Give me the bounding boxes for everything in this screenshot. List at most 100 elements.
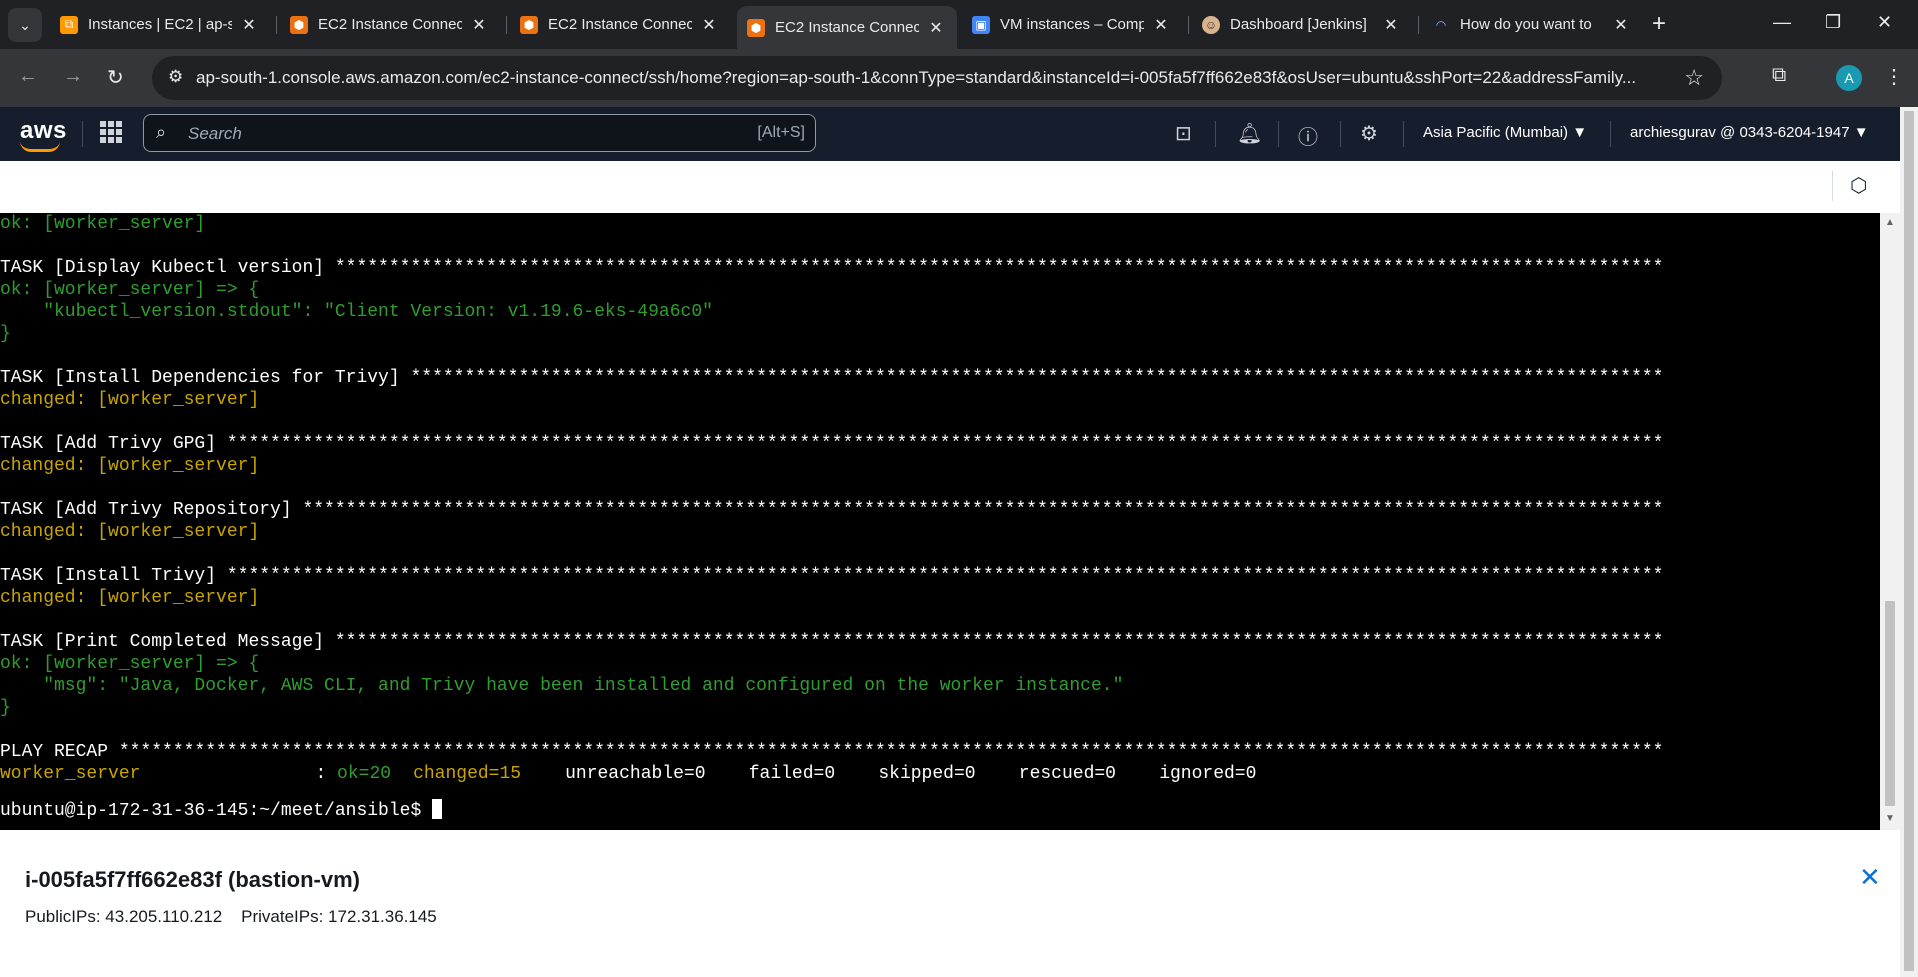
header-divider	[1610, 121, 1611, 147]
aws-console-header: aws ⌕ Search [Alt+S] ⊡ 🔔︎ ⓘ ⚙ Asia Pacif…	[0, 107, 1900, 161]
tab-title: Dashboard [Jenkins]	[1230, 16, 1367, 33]
browser-tab-ec2-instances[interactable]: ⧉ Instances | EC2 | ap-s ✕	[50, 6, 270, 43]
ssh-terminal[interactable]: ok: [worker_server] TASK [Display Kubectl…	[0, 213, 1880, 830]
bookmark-star-icon[interactable]: ☆	[1684, 65, 1704, 91]
recap-rest: unreachable=0 failed=0 skipped=0 rescued…	[565, 764, 1257, 784]
browser-tab-strip: ⌄ ⧉ Instances | EC2 | ap-s ✕ ⬢ EC2 Insta…	[0, 0, 1918, 49]
search-shortcut-hint: [Alt+S]	[757, 124, 805, 141]
terminal-line: ok: [worker_server] => {	[0, 280, 260, 300]
terminal-line: ok: [worker_server]	[0, 214, 206, 234]
terminal-line: TASK [Display Kubectl version] *********…	[0, 258, 1664, 278]
instance-info-panel: i-005fa5f7ff662e83f (bastion-vm) PublicI…	[0, 830, 1900, 977]
browser-toolbar: ← → ↻ ⚙ ap-south-1.console.aws.amazon.co…	[0, 49, 1918, 107]
close-tab-icon[interactable]: ✕	[927, 18, 945, 38]
profile-avatar[interactable]: A	[1836, 65, 1862, 91]
aws-logo-smile	[20, 141, 60, 152]
instance-ips: PublicIPs: 43.205.110.212 PrivateIPs: 17…	[25, 907, 437, 926]
aws-ec2-icon: ⧉	[60, 15, 78, 34]
recap-host: worker_server	[0, 764, 141, 784]
tab-title: How do you want to	[1460, 16, 1592, 33]
terminal-line: ok: [worker_server] => {	[0, 654, 260, 674]
tab-divider	[1418, 16, 1419, 34]
play-recap-row: worker_server: ok=20 changed=15 unreachabl…	[0, 763, 1256, 785]
tab-title: VM instances – Comp	[1000, 16, 1144, 33]
close-tab-icon[interactable]: ✕	[470, 15, 488, 35]
tab-title: EC2 Instance Connect	[775, 19, 919, 36]
close-window-icon[interactable]: ✕	[1877, 12, 1892, 33]
jenkins-icon: ☺	[1202, 15, 1220, 34]
aws-cube-icon: ⬢	[290, 15, 308, 34]
search-icon: ⌕	[156, 122, 167, 142]
terminal-scroll-thumb[interactable]	[1885, 601, 1895, 806]
notifications-bell-icon[interactable]: 🔔︎	[1237, 121, 1262, 146]
forward-arrow-icon[interactable]: →	[63, 65, 83, 88]
close-tab-icon[interactable]: ✕	[1152, 15, 1170, 35]
connection-settings-icon[interactable]: ⬡	[1850, 173, 1872, 197]
wave-icon: ◠	[1435, 17, 1447, 32]
browser-tab-how-do-you-want[interactable]: ◠ How do you want to ✕	[1422, 6, 1642, 43]
close-tab-icon[interactable]: ✕	[1382, 15, 1400, 35]
header-divider	[1340, 121, 1341, 147]
recap-colon: :	[315, 764, 338, 784]
browser-tab-instance-connect-1[interactable]: ⬢ EC2 Instance Connect ✕	[280, 6, 500, 43]
header-divider	[1403, 121, 1404, 147]
tab-title: Instances | EC2 | ap-s	[88, 16, 232, 33]
aws-cube-icon: ⬢	[520, 15, 538, 34]
services-grid-icon[interactable]	[100, 121, 122, 143]
toolbar-divider	[1832, 171, 1833, 201]
recap-changed: changed=15	[413, 764, 522, 784]
browser-tab-instance-connect-active[interactable]: ⬢ EC2 Instance Connect ✕	[737, 6, 957, 49]
close-tab-icon[interactable]: ✕	[240, 15, 258, 35]
terminal-cursor	[432, 799, 443, 819]
terminal-line: TASK [Print Completed Message] *********…	[0, 632, 1664, 652]
scroll-up-arrow-icon[interactable]: ▲	[1885, 217, 1895, 228]
tab-search-chevron-icon[interactable]: ⌄	[8, 8, 42, 42]
header-divider	[1215, 121, 1216, 147]
terminal-line: }	[0, 698, 11, 718]
tab-divider	[1188, 16, 1189, 34]
header-divider	[82, 121, 83, 147]
site-info-icon[interactable]: ⚙	[168, 67, 183, 87]
cloudshell-icon[interactable]: ⊡	[1175, 121, 1192, 146]
terminal-line: "kubectl_version.stdout": "Client Versio…	[0, 302, 713, 322]
page-scrollbar[interactable]	[1900, 107, 1918, 977]
terminal-line: changed: [worker_server]	[0, 522, 260, 542]
recap-ok: ok=20	[337, 764, 392, 784]
browser-tab-vm-instances[interactable]: ▣ VM instances – Comp ✕	[962, 6, 1182, 43]
terminal-line: changed: [worker_server]	[0, 390, 260, 410]
page-scroll-thumb[interactable]	[1904, 111, 1914, 971]
aws-cube-icon: ⬢	[747, 18, 765, 37]
browser-menu-icon[interactable]: ⋮	[1884, 64, 1904, 89]
address-bar-url[interactable]: ap-south-1.console.aws.amazon.com/ec2-in…	[196, 68, 1676, 88]
browser-tab-instance-connect-2[interactable]: ⬢ EC2 Instance Connect ✕	[510, 6, 730, 43]
shell-prompt: ubuntu@ip-172-31-36-145:~/meet/ansible$	[0, 801, 433, 821]
settings-gear-icon[interactable]: ⚙	[1360, 121, 1378, 146]
close-tab-icon[interactable]: ✕	[1612, 15, 1630, 35]
restore-window-icon[interactable]: ❐	[1825, 12, 1841, 33]
terminal-line: changed: [worker_server]	[0, 588, 260, 608]
region-selector[interactable]: Asia Pacific (Mumbai) ▼	[1423, 124, 1587, 141]
close-tab-icon[interactable]: ✕	[700, 15, 718, 35]
new-tab-button[interactable]: +	[1652, 12, 1666, 36]
terminal-scrollbar[interactable]: ▲ ▼	[1880, 213, 1900, 830]
terminal-line: }	[0, 324, 11, 344]
close-panel-icon[interactable]: ✕	[1859, 862, 1881, 893]
aws-search-input[interactable]: ⌕ Search [Alt+S]	[143, 114, 816, 152]
extensions-puzzle-icon[interactable]: ⧉	[1772, 64, 1786, 87]
tab-divider	[506, 16, 507, 34]
tab-divider	[276, 16, 277, 34]
tab-title: EC2 Instance Connect	[318, 16, 462, 33]
browser-tab-jenkins[interactable]: ☺ Dashboard [Jenkins] ✕	[1192, 6, 1412, 43]
tab-title: EC2 Instance Connect	[548, 16, 692, 33]
reload-icon[interactable]: ↻	[107, 65, 124, 90]
account-menu[interactable]: archiesgurav @ 0343-6204-1947 ▼	[1630, 124, 1869, 141]
back-arrow-icon[interactable]: ←	[18, 65, 38, 88]
scroll-down-arrow-icon[interactable]: ▼	[1885, 813, 1895, 824]
minimize-window-icon[interactable]: —	[1773, 12, 1791, 33]
help-icon[interactable]: ⓘ	[1298, 121, 1318, 150]
search-placeholder: Search	[188, 124, 242, 143]
address-bar[interactable]: ⚙ ap-south-1.console.aws.amazon.com/ec2-…	[152, 56, 1722, 100]
terminal-line: TASK [Add Trivy Repository] ************…	[0, 500, 1664, 520]
terminal-line: TASK [Add Trivy GPG] *******************…	[0, 434, 1664, 454]
terminal-line: "msg": "Java, Docker, AWS CLI, and Trivy…	[0, 676, 1124, 696]
